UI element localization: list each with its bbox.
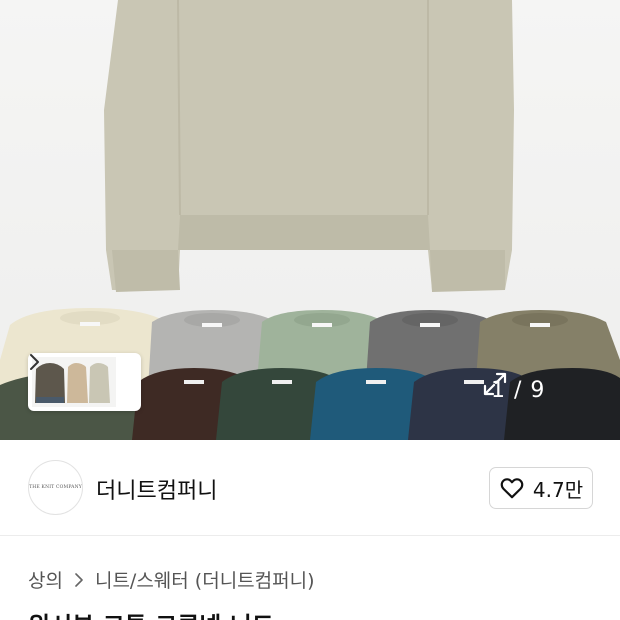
breadcrumb-item-subcategory[interactable]: 니트/스웨터 (더니트컴퍼니) [95,566,315,593]
hero-sweater-hem [178,215,430,250]
expand-icon[interactable] [483,372,587,404]
product-image-gallery[interactable]: 1 / 9 [0,0,620,440]
hero-sweater-left-cuff [112,250,180,292]
chevron-right-icon [73,572,85,587]
brand-row: THE KNIT COMPANY 더니트컴퍼니 4.7만 [0,440,620,536]
color-thumbnail-button[interactable] [28,353,141,411]
like-count: 4.7만 [532,477,584,502]
thumbnail-image [32,357,116,407]
product-title: 위시본 코튼 크루넥 니트 [28,606,274,620]
breadcrumb: 상의 니트/스웨터 (더니트컴퍼니) [28,566,315,593]
heart-outline-icon [500,478,524,499]
chevron-right-icon [30,354,138,392]
image-page-counter: 1 / 9 [481,370,597,410]
hero-sweater-right-cuff [430,250,505,292]
brand-logo-text: THE KNIT COMPANY [29,485,82,490]
like-button[interactable]: 4.7만 [489,467,593,509]
brand-logo[interactable]: THE KNIT COMPANY [28,460,83,515]
brand-name[interactable]: 더니트컴퍼니 [96,473,217,505]
breadcrumb-item-category[interactable]: 상의 [28,566,63,593]
